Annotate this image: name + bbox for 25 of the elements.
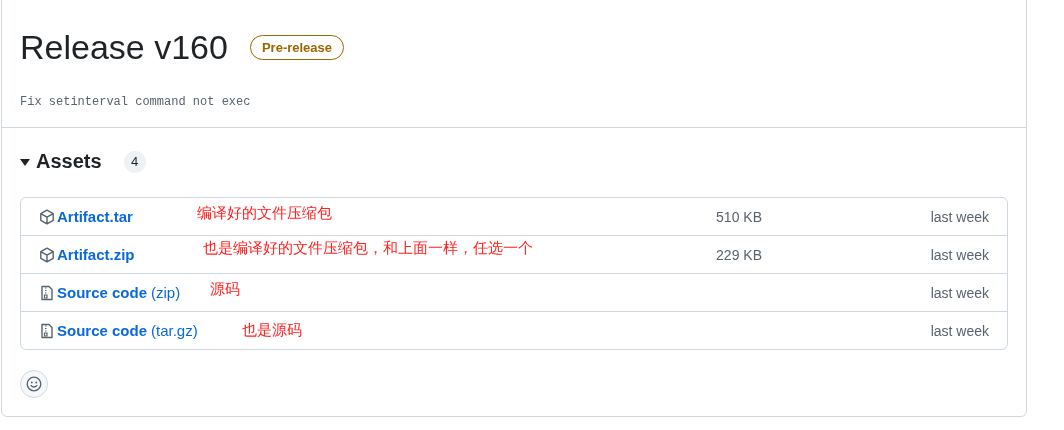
assets-toggle[interactable]: Assets	[20, 150, 102, 173]
annotation-text: 也是编译好的文件压缩包，和上面一样，任选一个	[202, 239, 533, 258]
asset-date: last week	[930, 208, 989, 225]
asset-link[interactable]: Source code (tar.gz)	[57, 322, 198, 339]
release-title: Release v160	[20, 27, 228, 68]
asset-link[interactable]: Source code (zip)	[57, 284, 181, 301]
annotation-text: 源码	[210, 280, 241, 299]
asset-date: last week	[930, 322, 989, 339]
annotation-text: 编译好的文件压缩包	[196, 204, 332, 223]
asset-date: last week	[930, 284, 989, 301]
triangle-icon	[20, 156, 30, 167]
annotation-text: 也是源码	[241, 321, 302, 340]
asset-link[interactable]: Artifact.tar	[57, 208, 133, 225]
zip-file-icon	[39, 284, 55, 301]
package-icon	[39, 208, 55, 225]
zip-file-icon	[39, 322, 55, 339]
add-reaction-button[interactable]	[20, 370, 48, 398]
package-icon	[39, 246, 55, 263]
asset-date: last week	[930, 246, 989, 263]
smiley-icon	[26, 376, 42, 392]
asset-size: 229 KB	[716, 246, 762, 263]
release-description: Fix setinterval command not exec	[20, 95, 252, 109]
asset-count: 4	[123, 150, 146, 173]
asset-size: 510 KB	[716, 208, 762, 225]
asset-link[interactable]: Artifact.zip	[57, 246, 135, 263]
